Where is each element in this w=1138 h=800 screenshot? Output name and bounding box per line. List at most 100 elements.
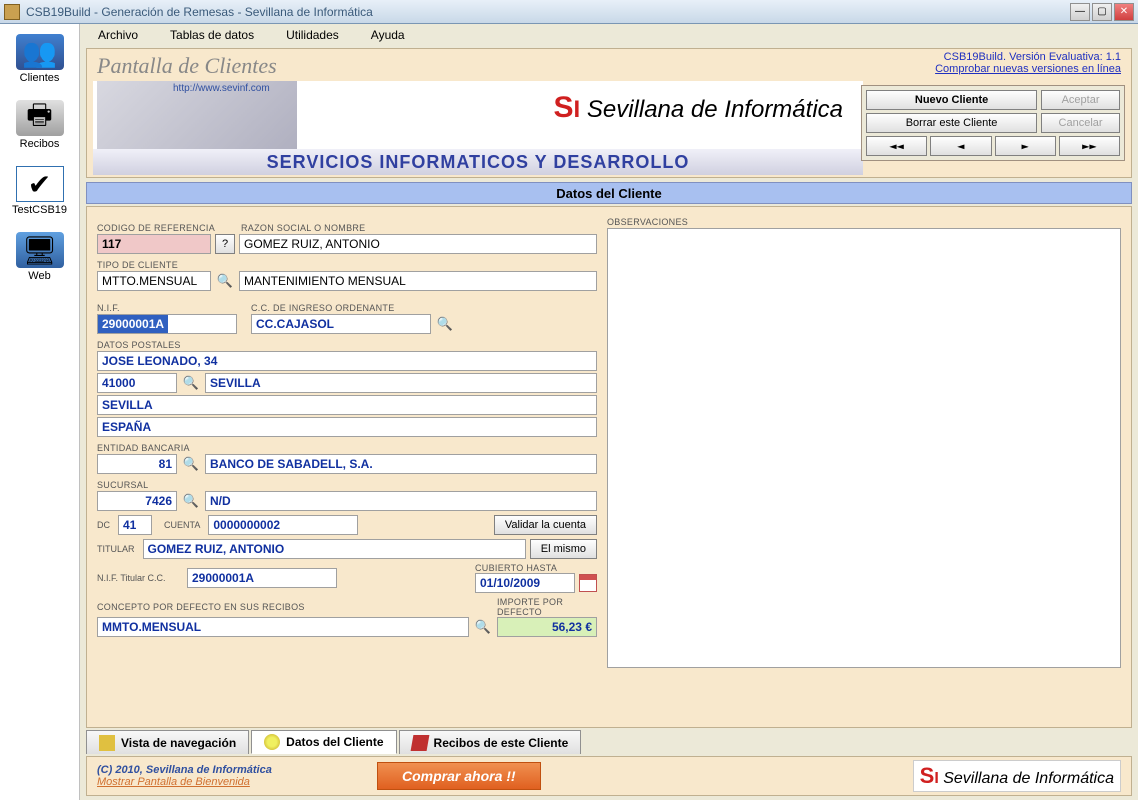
ciudad-field[interactable]: SEVILLA: [205, 373, 597, 393]
razon-field[interactable]: GOMEZ RUIZ, ANTONIO: [239, 234, 597, 254]
receipts-icon: [410, 735, 429, 751]
validar-button[interactable]: Validar la cuenta: [494, 515, 597, 535]
calendar-icon[interactable]: [579, 574, 597, 592]
menu-tablas[interactable]: Tablas de datos: [170, 28, 254, 42]
welcome-link[interactable]: Mostrar Pantalla de Bienvenida: [97, 776, 250, 788]
provincia-field[interactable]: SEVILLA: [97, 395, 597, 415]
nav-first-button[interactable]: ◄◄: [866, 136, 927, 156]
label-postales: DATOS POSTALES: [97, 340, 597, 350]
sidebar-label: Clientes: [2, 72, 77, 84]
tab-label: Vista de navegación: [121, 736, 236, 750]
binoculars-icon[interactable]: 🔍: [215, 273, 235, 289]
entidad-name-field[interactable]: BANCO DE SABADELL, S.A.: [205, 454, 597, 474]
importe-field[interactable]: 56,23 €: [497, 617, 597, 637]
cc-ord-field[interactable]: CC.CAJASOL: [251, 314, 431, 334]
tab-datos-cliente[interactable]: Datos del Cliente: [251, 730, 396, 754]
entidad-code-field[interactable]: 81: [97, 454, 177, 474]
sidebar-item-recibos[interactable]: 🖶 Recibos: [0, 94, 79, 160]
nav-next-button[interactable]: ►: [995, 136, 1056, 156]
binoculars-icon[interactable]: 🔍: [181, 493, 201, 509]
sidebar-item-clientes[interactable]: 👥 Clientes: [0, 28, 79, 94]
accept-button[interactable]: Aceptar: [1041, 90, 1120, 110]
label-cubierto: CUBIERTO HASTA: [475, 563, 597, 573]
printer-icon: 🖶: [16, 100, 64, 136]
delete-client-button[interactable]: Borrar este Cliente: [866, 113, 1037, 133]
sidebar-item-test[interactable]: ✔ TestCSB19: [0, 160, 79, 226]
banner-tagline: SERVICIOS INFORMATICOS Y DESARROLLO: [93, 149, 863, 175]
section-title: Datos del Cliente: [86, 182, 1132, 204]
buy-now-button[interactable]: Comprar ahora !!: [377, 762, 541, 790]
nav-prev-button[interactable]: ◄: [930, 136, 991, 156]
binoculars-icon[interactable]: 🔍: [181, 456, 201, 472]
binoculars-icon[interactable]: 🔍: [181, 375, 201, 391]
label-cuenta: CUENTA: [164, 520, 200, 530]
cubierto-field[interactable]: 01/10/2009: [475, 573, 575, 593]
direccion-field[interactable]: JOSE LEONADO, 34: [97, 351, 597, 371]
left-sidebar: 👥 Clientes 🖶 Recibos ✔ TestCSB19 🖥 Web: [0, 24, 80, 800]
label-razon: RAZON SOCIAL O NOMBRE: [241, 223, 365, 233]
banner: http://www.sevinf.com SI Sevillana de In…: [93, 81, 863, 175]
label-titular: TITULAR: [97, 544, 135, 554]
app-icon: [4, 4, 20, 20]
window-title: CSB19Build - Generación de Remesas - Sev…: [26, 5, 1070, 19]
action-panel: Nuevo Cliente Aceptar Borrar este Client…: [861, 85, 1125, 161]
sidebar-item-web[interactable]: 🖥 Web: [0, 226, 79, 292]
version-text: CSB19Build. Versión Evaluativa: 1.1: [935, 51, 1121, 63]
label-concepto: CONCEPTO POR DEFECTO EN SUS RECIBOS: [97, 602, 493, 612]
tipo-desc-field[interactable]: MANTENIMIENTO MENSUAL: [239, 271, 597, 291]
form-area: CODIGO DE REFERENCIA RAZON SOCIAL O NOMB…: [86, 206, 1132, 728]
label-tipo: TIPO DE CLIENTE: [97, 260, 597, 270]
label-cc-ord: C.C. DE INGRESO ORDENANTE: [251, 303, 395, 313]
tab-vista-navegacion[interactable]: Vista de navegación: [86, 730, 249, 754]
window-titlebar: CSB19Build - Generación de Remesas - Sev…: [0, 0, 1138, 24]
binoculars-icon[interactable]: 🔍: [435, 316, 455, 332]
label-codigo: CODIGO DE REFERENCIA: [97, 223, 237, 233]
data-icon: [264, 734, 280, 750]
dc-field[interactable]: 41: [118, 515, 152, 535]
codigo-field[interactable]: 117: [97, 234, 211, 254]
check-updates-link[interactable]: Comprobar nuevas versiones en línea: [935, 63, 1121, 75]
nav-last-button[interactable]: ►►: [1059, 136, 1120, 156]
observaciones-field[interactable]: [607, 228, 1121, 668]
cancel-button[interactable]: Cancelar: [1041, 113, 1120, 133]
mismo-button[interactable]: El mismo: [530, 539, 597, 559]
menu-utilidades[interactable]: Utilidades: [286, 28, 339, 42]
new-client-button[interactable]: Nuevo Cliente: [866, 90, 1037, 110]
close-button[interactable]: ✕: [1114, 3, 1134, 21]
menu-archivo[interactable]: Archivo: [98, 28, 138, 42]
sucursal-code-field[interactable]: 7426: [97, 491, 177, 511]
codigo-help-button[interactable]: ?: [215, 234, 235, 254]
nif-field[interactable]: 29000001A: [97, 314, 237, 334]
minimize-button[interactable]: —: [1070, 3, 1090, 21]
tab-recibos-cliente[interactable]: Recibos de este Cliente: [399, 730, 582, 754]
footer: (C) 2010, Sevillana de Informática Mostr…: [86, 756, 1132, 796]
label-importe: IMPORTE POR DEFECTO: [497, 597, 597, 617]
monitor-icon: 🖥: [16, 232, 64, 268]
cuenta-field[interactable]: 0000000002: [208, 515, 358, 535]
label-dc: DC: [97, 520, 110, 530]
cp-field[interactable]: 41000: [97, 373, 177, 393]
label-entidad: ENTIDAD BANCARIA: [97, 443, 597, 453]
titular-field[interactable]: GOMEZ RUIZ, ANTONIO: [143, 539, 526, 559]
maximize-button[interactable]: ▢: [1092, 3, 1112, 21]
tab-label: Recibos de este Cliente: [434, 736, 569, 750]
label-nif: N.I.F.: [97, 303, 247, 313]
nav-view-icon: [99, 735, 115, 751]
nif-tit-field[interactable]: 29000001A: [187, 568, 337, 588]
footer-brand: SI Sevillana de Informática: [913, 760, 1121, 792]
tipo-code-field[interactable]: MTTO.MENSUAL: [97, 271, 211, 291]
version-info: CSB19Build. Versión Evaluativa: 1.1 Comp…: [935, 51, 1121, 75]
binoculars-icon[interactable]: 🔍: [473, 619, 493, 635]
sidebar-label: Recibos: [2, 138, 77, 150]
label-nif-tit: N.I.F. Titular C.C.: [97, 573, 179, 583]
pais-field[interactable]: ESPAÑA: [97, 417, 597, 437]
concepto-field[interactable]: MMTO.MENSUAL: [97, 617, 469, 637]
sidebar-label: Web: [2, 270, 77, 282]
label-sucursal: SUCURSAL: [97, 480, 597, 490]
check-icon: ✔: [16, 166, 64, 202]
menubar: Archivo Tablas de datos Utilidades Ayuda: [80, 24, 1138, 46]
banner-url: http://www.sevinf.com: [173, 83, 270, 94]
menu-ayuda[interactable]: Ayuda: [371, 28, 405, 42]
bottom-tabs: Vista de navegación Datos del Cliente Re…: [86, 728, 1132, 754]
sucursal-name-field[interactable]: N/D: [205, 491, 597, 511]
